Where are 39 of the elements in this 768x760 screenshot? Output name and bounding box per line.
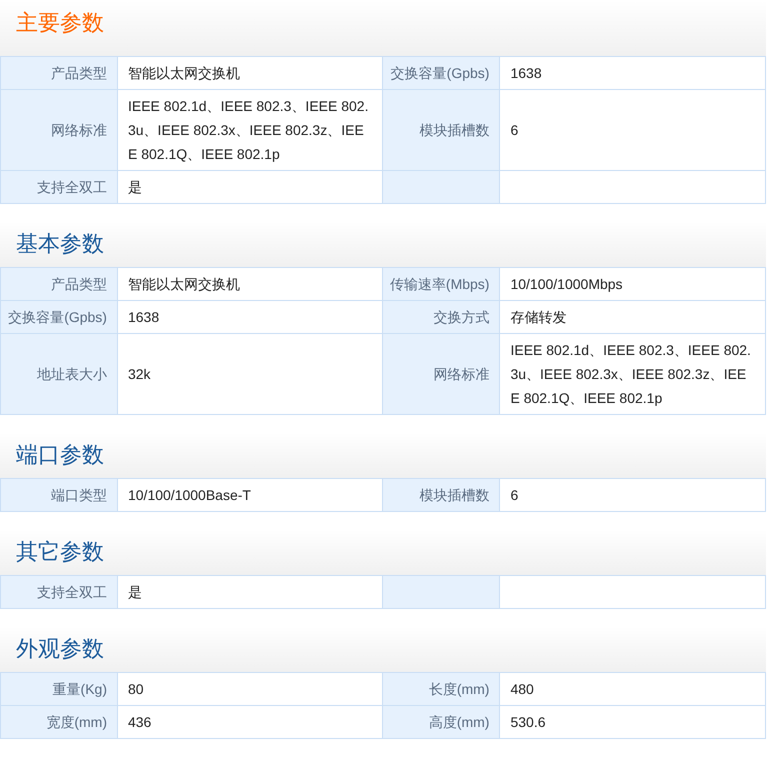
spec-label: 网络标准 [382,334,500,414]
spec-value: 480 [500,672,766,706]
spec-value: 436 [117,706,383,738]
spec-label: 模块插槽数 [382,478,500,512]
section-title: 外观参数 [16,635,104,663]
spec-label: 宽度(mm) [0,706,118,738]
spec-value: 6 [500,478,766,512]
spec-label: 传输速率(Mbps) [382,268,500,300]
section-title: 其它参数 [16,538,104,566]
spec-value: 10/100/1000Base-T [117,478,383,512]
spec-value: 是 [117,576,383,608]
spec-label: 模块插槽数 [382,90,500,170]
section-title: 端口参数 [16,441,104,469]
spec-value: 1638 [117,300,383,334]
spec-value: 6 [500,90,766,170]
section-title: 主要参数 [16,9,104,37]
spec-label: 交换容量(Gpbs) [382,56,500,90]
spec-value: 10/100/1000Mbps [500,268,766,300]
spec-value: 是 [117,170,383,204]
spec-label: 产品类型 [0,268,118,300]
spec-label: 重量(Kg) [0,672,118,706]
spec-label: 地址表大小 [0,334,118,414]
spec-value: IEEE 802.1d、IEEE 802.3、IEEE 802.3u、IEEE 802.3x、IEEE 802.3z、IEEE 802.1Q、IEEE 802.1p [500,334,766,414]
spec-label: 支持全双工 [0,576,118,608]
spec-value: 存储转发 [500,300,766,334]
spec-label: 产品类型 [0,56,118,90]
spec-label: 交换容量(Gpbs) [0,300,118,334]
spec-label: 高度(mm) [382,706,500,738]
spec-label: 交换方式 [382,300,500,334]
spec-label: 支持全双工 [0,170,118,204]
section-title: 基本参数 [16,230,104,258]
spec-value: 1638 [500,56,766,90]
spec-value: 80 [117,672,383,706]
spec-label: 端口类型 [0,478,118,512]
spec-label: 网络标准 [0,90,118,170]
spec-value: 530.6 [500,706,766,738]
spec-value: 智能以太网交换机 [117,268,383,300]
spec-label: 长度(mm) [382,672,500,706]
spec-value: 智能以太网交换机 [117,56,383,90]
